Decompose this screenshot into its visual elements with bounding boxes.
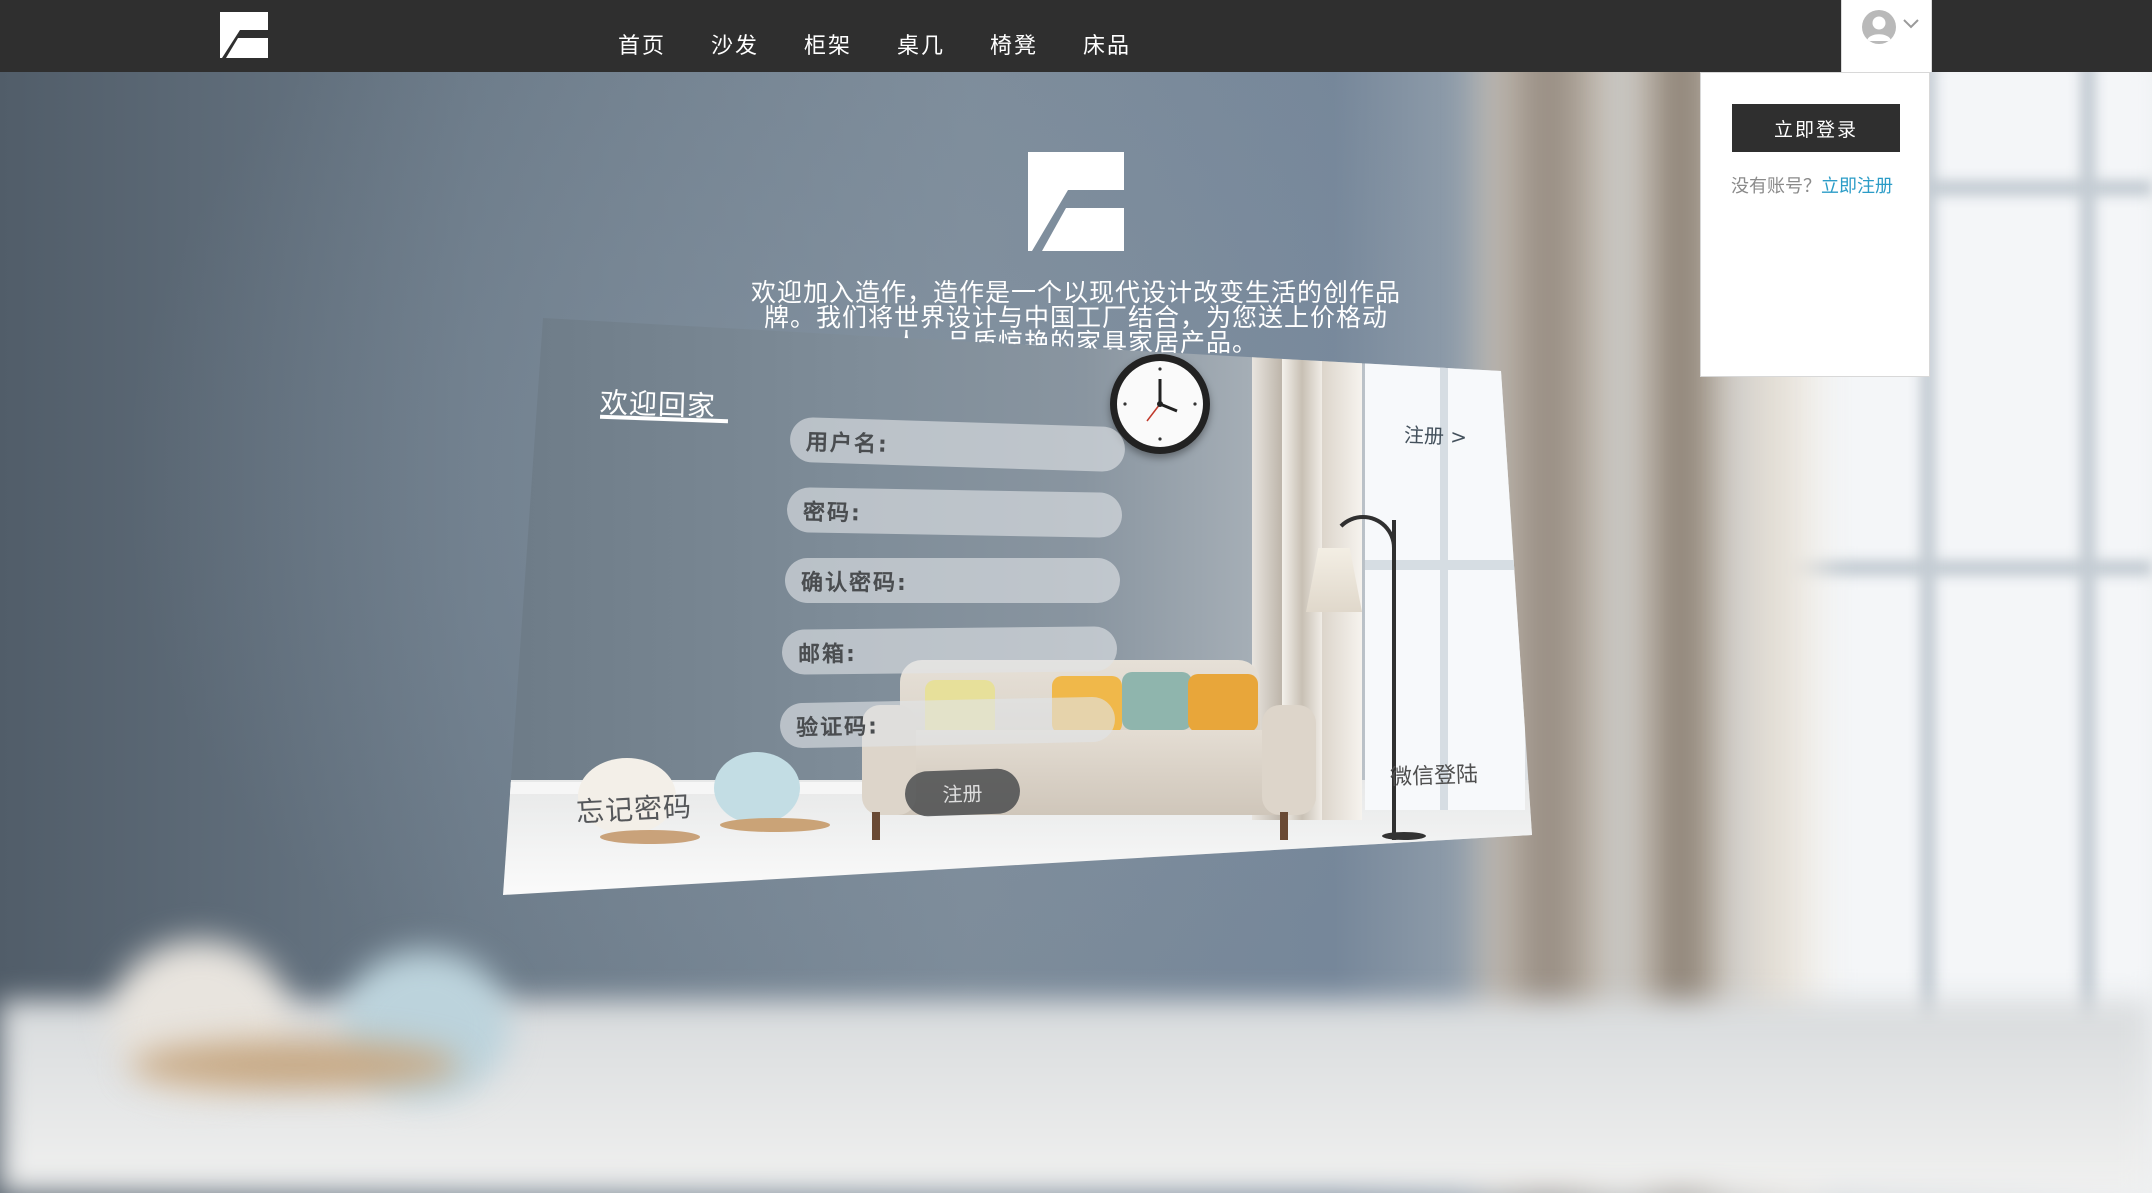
- nav-link-table[interactable]: 桌几: [897, 28, 990, 60]
- card-register-link[interactable]: 注册 >: [1404, 419, 1468, 450]
- brand-logo-icon[interactable]: [220, 12, 268, 58]
- verification-code-input[interactable]: 验证码:: [779, 696, 1116, 749]
- forgot-password-link[interactable]: 忘记密码: [575, 785, 693, 831]
- register-submit-button[interactable]: 注册: [904, 768, 1021, 817]
- brand-logo-icon: [1028, 152, 1124, 251]
- no-account-text: 没有账号？: [1731, 176, 1821, 197]
- user-avatar-icon: [1862, 10, 1896, 44]
- nav-link-sofa[interactable]: 沙发: [711, 28, 804, 60]
- main-nav: 首页 沙发 柜架 桌几 椅凳 床品: [618, 28, 1176, 60]
- top-navbar: 首页 沙发 柜架 桌几 椅凳 床品: [0, 0, 2152, 72]
- nav-link-cabinet[interactable]: 柜架: [804, 28, 897, 60]
- nav-link-home[interactable]: 首页: [618, 28, 711, 60]
- user-dropdown-panel: 立即登录 没有账号？立即注册: [1700, 72, 1930, 377]
- user-menu-toggle[interactable]: [1841, 0, 1932, 72]
- wechat-login-link[interactable]: 微信登陆: [1389, 756, 1479, 791]
- register-hint: 没有账号？立即注册: [1731, 177, 1906, 197]
- register-now-link[interactable]: 立即注册: [1821, 176, 1893, 197]
- wall-clock-icon: [1110, 354, 1210, 454]
- chevron-down-icon: [1903, 19, 1919, 29]
- login-button[interactable]: 立即登录: [1732, 104, 1900, 152]
- nav-link-chair[interactable]: 椅凳: [990, 28, 1083, 60]
- email-input[interactable]: 邮箱:: [781, 626, 1118, 675]
- password-input[interactable]: 密码:: [786, 487, 1123, 538]
- nav-link-bedding[interactable]: 床品: [1083, 28, 1176, 60]
- confirm-password-input[interactable]: 确认密码:: [785, 558, 1120, 603]
